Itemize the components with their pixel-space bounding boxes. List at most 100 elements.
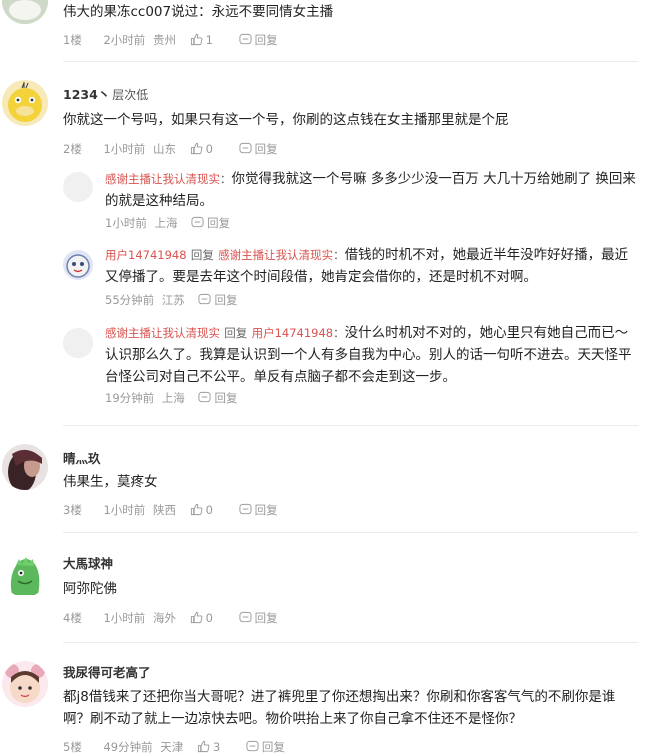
reply-word: 回复 <box>224 326 248 340</box>
timestamp: 19分钟前 <box>105 390 155 405</box>
location: 上海 <box>154 215 178 230</box>
location: 海外 <box>152 610 176 625</box>
comment-floor-1: 伟大的果冻cc007说过：永远不要同情女主播 1楼 2小时前 贵州 1 回复 <box>0 0 660 62</box>
floor-number: 4楼 <box>63 610 82 625</box>
sub-reply: 用户14741948 回复 感谢主播让我认清现实：借钱的时机不对，她最近半年没咋… <box>63 244 638 310</box>
reply-button[interactable]: 回复 <box>198 388 237 407</box>
reply-label: 回复 <box>254 32 278 47</box>
reply-label: 回复 <box>254 502 278 517</box>
reply-author[interactable]: 感谢主播让我认清现实 <box>105 172 220 186</box>
avatar[interactable] <box>2 661 48 707</box>
floor-number: 3楼 <box>63 502 82 517</box>
reply-text: 用户14741948 回复 感谢主播让我认清现实：借钱的时机不对，她最近半年没咋… <box>105 244 637 288</box>
reply-label: 回复 <box>207 215 231 230</box>
like-count: 3 <box>212 739 221 754</box>
username[interactable]: 晴灬玖 <box>63 448 101 467</box>
comment-meta: 1楼 2小时前 贵州 1 回复 <box>63 30 278 48</box>
thumbs-up-icon <box>197 741 210 753</box>
comment-meta: 3楼 1小时前 陕西 0 回复 <box>63 500 278 518</box>
reply-target[interactable]: 感谢主播让我认清现实 <box>218 248 333 262</box>
avatar[interactable] <box>63 250 93 280</box>
location: 贵州 <box>152 32 176 47</box>
reply-text: 感谢主播让我认清现实 回复 用户14741948：没什么时机对不对的，她心里只有… <box>105 322 637 388</box>
sub-reply: 感谢主播让我认清现实 回复 用户14741948：没什么时机对不对的，她心里只有… <box>63 322 638 410</box>
reply-button[interactable]: 回复 <box>239 30 278 49</box>
reply-author[interactable]: 感谢主播让我认清现实 <box>105 326 220 340</box>
reply-bubble-icon <box>239 143 252 154</box>
comment-floor-4: 大馬球神 阿弥陀佛 4楼 1小时前 海外 0 回复 <box>0 533 660 643</box>
reply-bubble-icon <box>198 392 211 403</box>
like-button[interactable]: 0 <box>190 608 213 627</box>
reply-button[interactable]: 回复 <box>239 608 278 627</box>
like-button[interactable]: 0 <box>190 500 213 519</box>
separator: ： <box>220 172 232 186</box>
reply-bubble-icon <box>246 741 259 752</box>
avatar[interactable] <box>2 0 48 24</box>
like-count: 0 <box>205 141 213 156</box>
divider <box>63 642 638 643</box>
reply-bubble-icon <box>191 217 204 228</box>
comment-text: 伟果生，莫疼女 <box>63 474 158 490</box>
timestamp: 1小时前 <box>103 502 146 517</box>
reply-text: 感谢主播让我认清现实：你觉得我就这一个号嘛 多多少少没一百万 大几十万给她刷了 … <box>105 168 637 212</box>
thumbs-up-icon <box>190 34 203 46</box>
comment-meta: 5楼 49分钟前 天津 3 回复 <box>63 737 285 755</box>
avatar[interactable] <box>2 80 48 126</box>
location: 山东 <box>152 141 176 156</box>
comment-floor-5: 我尿得可老高了 都j8借钱来了还把你当大哥呢？进了裤兜里了你还想掏出来？你刷和你… <box>0 645 660 754</box>
reply-target[interactable]: 用户14741948 <box>252 326 334 340</box>
timestamp: 49分钟前 <box>103 739 153 754</box>
reply-button[interactable]: 回复 <box>246 737 285 756</box>
reply-button[interactable]: 回复 <box>239 500 278 519</box>
reply-bubble-icon <box>239 34 252 45</box>
username[interactable]: 我尿得可老高了 <box>63 662 151 681</box>
thumbs-up-icon <box>190 504 203 516</box>
reply-label: 回复 <box>254 141 278 156</box>
reply-button[interactable]: 回复 <box>239 139 278 158</box>
reply-label: 回复 <box>214 292 238 307</box>
username-text: 1234丶 <box>63 87 111 102</box>
floor-number: 1楼 <box>63 32 82 47</box>
reply-label: 回复 <box>261 739 285 754</box>
reply-word: 回复 <box>190 248 214 262</box>
sub-reply: 感谢主播让我认清现实：你觉得我就这一个号嘛 多多少少没一百万 大几十万给她刷了 … <box>63 168 638 232</box>
reply-bubble-icon <box>239 504 252 515</box>
reply-meta: 1小时前 上海 回复 <box>105 213 230 231</box>
separator: ： <box>333 248 345 262</box>
comment-text: 阿弥陀佛 <box>63 581 117 597</box>
reply-button[interactable]: 回复 <box>191 213 230 232</box>
like-count: 0 <box>205 502 213 517</box>
reply-label: 回复 <box>214 390 238 405</box>
comment-page: 伟大的果冻cc007说过：永远不要同情女主播 1楼 2小时前 贵州 1 回复 1… <box>0 0 660 754</box>
timestamp: 2小时前 <box>103 32 146 47</box>
thumbs-up-icon <box>190 143 203 155</box>
username[interactable]: 大馬球神 <box>63 553 113 572</box>
comment-meta: 2楼 1小时前 山东 0 回复 <box>63 139 278 157</box>
comment-floor-3: 晴灬玖 伟果生，莫疼女 3楼 1小时前 陕西 0 回复 <box>0 426 660 533</box>
timestamp: 1小时前 <box>105 215 147 230</box>
timestamp: 55分钟前 <box>105 292 155 307</box>
avatar[interactable] <box>63 172 93 202</box>
avatar[interactable] <box>2 551 48 597</box>
location: 江苏 <box>161 292 185 307</box>
location: 陕西 <box>152 502 176 517</box>
like-count: 1 <box>205 32 213 47</box>
timestamp: 1小时前 <box>103 141 146 156</box>
reply-label: 回复 <box>254 610 278 625</box>
like-button[interactable]: 3 <box>197 737 220 756</box>
reply-meta: 19分钟前 上海 回复 <box>105 388 237 406</box>
reply-author[interactable]: 用户14741948 <box>105 248 187 262</box>
comment-floor-2: 1234丶 层次低 你就这一个号吗，如果只有这一个号，你刷的这点钱在女主播那里就是… <box>0 62 660 426</box>
user-level: 层次低 <box>112 88 149 102</box>
reply-button[interactable]: 回复 <box>198 290 237 309</box>
like-button[interactable]: 0 <box>190 139 213 158</box>
username[interactable]: 1234丶 层次低 <box>63 84 148 103</box>
floor-number: 5楼 <box>63 739 82 754</box>
avatar[interactable] <box>2 444 48 490</box>
location: 天津 <box>160 739 184 754</box>
timestamp: 1小时前 <box>103 610 146 625</box>
comment-text: 伟大的果冻cc007说过：永远不要同情女主播 <box>63 4 334 20</box>
thumbs-up-icon <box>190 612 203 624</box>
like-button[interactable]: 1 <box>190 30 213 49</box>
avatar[interactable] <box>63 328 93 358</box>
